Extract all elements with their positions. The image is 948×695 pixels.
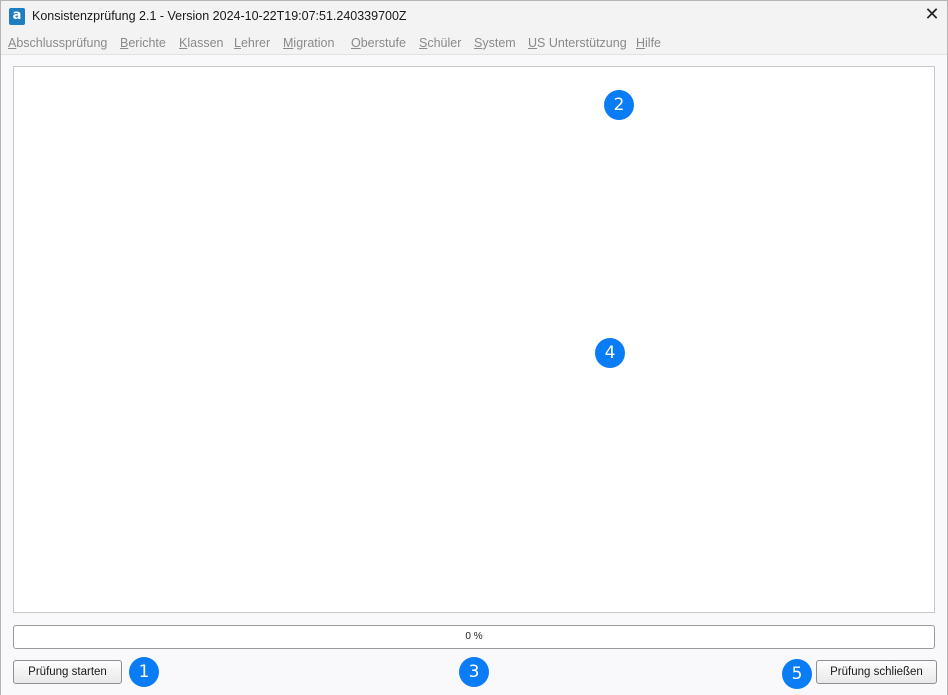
progress-label: 0 % — [465, 631, 483, 642]
menu-migration[interactable]: Migration — [283, 36, 334, 50]
window-title: Konsistenzprüfung 2.1 - Version 2024-10-… — [32, 9, 407, 23]
menu-oberstufe[interactable]: Oberstufe — [351, 36, 406, 50]
check-output-area[interactable] — [13, 66, 935, 613]
menu-abschlusspruefung[interactable]: Abschlussprüfung — [8, 36, 107, 50]
menu-us-unterstuetzung[interactable]: US Unterstützung — [528, 36, 627, 50]
menu-klassen[interactable]: Klassen — [179, 36, 223, 50]
close-check-button[interactable]: Prüfung schließen — [816, 660, 937, 684]
title-bar: a Konsistenzprüfung 2.1 - Version 2024-1… — [1, 1, 947, 33]
menu-schueler[interactable]: Schüler — [419, 36, 461, 50]
annotation-badge-2: 2 — [604, 90, 634, 120]
annotation-badge-4: 4 — [595, 338, 625, 368]
menu-berichte[interactable]: Berichte — [120, 36, 166, 50]
app-logo-icon: a — [9, 8, 25, 25]
menu-system[interactable]: System — [474, 36, 516, 50]
annotation-badge-3: 3 — [459, 657, 489, 687]
menu-bar: Abschlussprüfung Berichte Klassen Lehrer… — [1, 33, 947, 55]
menu-hilfe[interactable]: Hilfe — [636, 36, 661, 50]
annotation-badge-5: 5 — [782, 659, 812, 689]
start-check-button[interactable]: Prüfung starten — [13, 660, 122, 684]
progress-bar: 0 % — [13, 625, 935, 649]
close-icon[interactable]: ✕ — [917, 1, 947, 31]
menu-lehrer[interactable]: Lehrer — [234, 36, 270, 50]
annotation-badge-1: 1 — [129, 657, 159, 687]
